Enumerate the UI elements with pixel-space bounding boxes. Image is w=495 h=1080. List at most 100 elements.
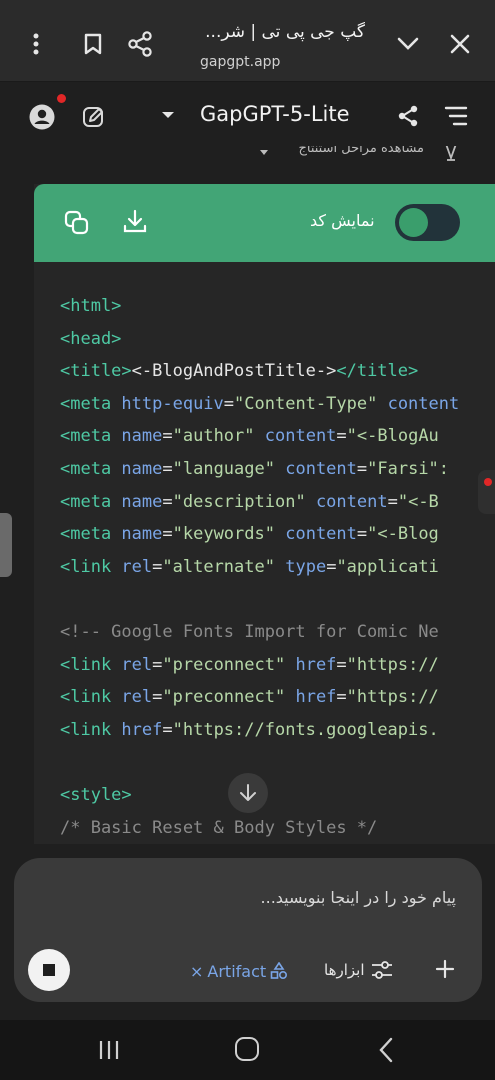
code-token: <meta xyxy=(60,393,122,414)
show-code-toggle[interactable] xyxy=(395,204,460,241)
code-token: /* Basic Reset & Body Styles */ xyxy=(60,817,378,838)
home-icon[interactable] xyxy=(235,1037,259,1061)
code-token: content xyxy=(285,458,357,479)
code-line: <meta name="author" content="<-BlogAu xyxy=(60,420,495,453)
code-token: "Farsi": xyxy=(367,458,450,479)
edge-panel-handle[interactable] xyxy=(0,513,12,577)
profile-icon[interactable] xyxy=(29,104,55,130)
code-token: name xyxy=(121,458,163,479)
code-token: <link xyxy=(60,556,122,577)
browser-toolbar: گپ جی پی تی | شر... gapgpt.app xyxy=(0,8,495,82)
code-block-toolbar: نمایش کد xyxy=(34,184,495,262)
code-line: <html> xyxy=(60,290,495,323)
share-icon[interactable] xyxy=(124,28,156,60)
code-token: "alternate" xyxy=(162,556,275,577)
code-token: "<-BlogAu xyxy=(346,426,439,447)
tools-button[interactable]: ابزارها xyxy=(324,958,393,982)
download-icon[interactable] xyxy=(122,209,148,235)
code-line: <head> xyxy=(60,323,495,356)
code-token: "keywords" xyxy=(172,524,275,545)
code-line: <link rel="preconnect" href="https:// xyxy=(60,681,495,714)
shapes-icon xyxy=(270,962,288,980)
copy-icon[interactable] xyxy=(64,210,90,236)
page-url[interactable]: gapgpt.app xyxy=(200,54,280,70)
system-navigation-bar xyxy=(0,1020,495,1080)
code-line: <!-- Google Fonts Import for Comic Ne xyxy=(60,616,495,649)
model-selector[interactable]: GapGPT-5-Lite xyxy=(200,102,350,126)
code-token: rel xyxy=(121,654,153,675)
steps-label: مشاهده مراحل استنتاج xyxy=(298,146,424,156)
edge-indicator-dot xyxy=(484,478,492,486)
code-token: <!-- Google Fonts Import for Comic Ne xyxy=(60,621,439,642)
code-token: "<-B xyxy=(397,491,439,512)
code-token: "author" xyxy=(172,426,255,447)
bookmark-icon[interactable] xyxy=(79,30,107,58)
model-dropdown-caret-icon[interactable] xyxy=(162,112,174,118)
plus-icon[interactable] xyxy=(434,958,456,980)
code-token: = xyxy=(336,687,347,708)
code-token: "<-Blog xyxy=(367,524,439,545)
more-options-icon[interactable] xyxy=(22,30,50,58)
code-line: <link href="https://fonts.googleapis. xyxy=(60,714,495,747)
menu-icon[interactable] xyxy=(444,105,468,127)
back-icon[interactable] xyxy=(378,1037,394,1063)
page-title[interactable]: گپ جی پی تی | شر... xyxy=(165,22,365,42)
code-line: /* Basic Reset & Body Styles */ xyxy=(60,812,495,845)
code-token: <head> xyxy=(60,328,122,349)
code-token: name xyxy=(121,426,163,447)
code-token: href xyxy=(295,687,337,708)
view-reasoning-steps[interactable]: مشاهده مراحل استنتاج xyxy=(260,146,460,162)
code-token: rel xyxy=(121,556,153,577)
code-line xyxy=(60,583,495,616)
chevron-down-icon[interactable] xyxy=(392,30,424,58)
code-token: = xyxy=(162,458,173,479)
code-token: = xyxy=(336,426,347,447)
code-token: href xyxy=(295,654,337,675)
status-bar xyxy=(0,0,495,8)
notification-dot xyxy=(57,94,66,103)
code-token: "preconnect" xyxy=(162,654,286,675)
remove-icon[interactable]: × xyxy=(190,962,203,981)
code-line: <meta name="description" content="<-B xyxy=(60,486,495,519)
stop-icon xyxy=(43,964,55,976)
code-token: = xyxy=(387,491,398,512)
code-token: content xyxy=(285,524,357,545)
code-token: content xyxy=(264,426,337,447)
code-token: <link xyxy=(60,719,122,740)
lightbulb-icon xyxy=(442,146,460,162)
code-token: "description" xyxy=(172,491,306,512)
recent-apps-icon[interactable] xyxy=(98,1039,120,1061)
code-line: <title><-BlogAndPostTitle-></title> xyxy=(60,355,495,388)
edit-icon[interactable] xyxy=(82,105,106,129)
code-token: <html> xyxy=(60,296,122,316)
code-token: type xyxy=(285,556,327,577)
artifact-chip[interactable]: × Artifact xyxy=(190,960,288,982)
code-line: <style> xyxy=(60,779,495,812)
code-token: = xyxy=(152,687,163,708)
code-token: content xyxy=(315,491,388,512)
code-block: نمایش کد <html> <head> <title><-BlogAndPos… xyxy=(34,184,495,844)
code-token: "https://fonts.googleapis. xyxy=(172,719,439,740)
edge-tab[interactable] xyxy=(478,470,495,514)
code-line: <meta http-equiv="Content-Type" content xyxy=(60,388,495,421)
scroll-to-bottom-button[interactable] xyxy=(228,773,268,813)
sliders-icon xyxy=(371,961,392,979)
message-composer: پیام خود را در اینجا بنویسید... × Artifa… xyxy=(14,858,482,1002)
expand-caret-icon xyxy=(260,150,268,155)
code-token: <meta xyxy=(60,426,122,447)
share-conversation-icon[interactable] xyxy=(396,104,420,128)
code-token: "Content-Type" xyxy=(234,393,378,414)
code-token: = xyxy=(356,524,368,545)
close-icon[interactable] xyxy=(444,28,476,60)
code-token: name xyxy=(121,524,163,545)
message-input[interactable]: پیام خود را در اینجا بنویسید... xyxy=(56,888,456,907)
stop-generation-button[interactable] xyxy=(28,949,70,991)
code-token: = xyxy=(152,556,163,577)
